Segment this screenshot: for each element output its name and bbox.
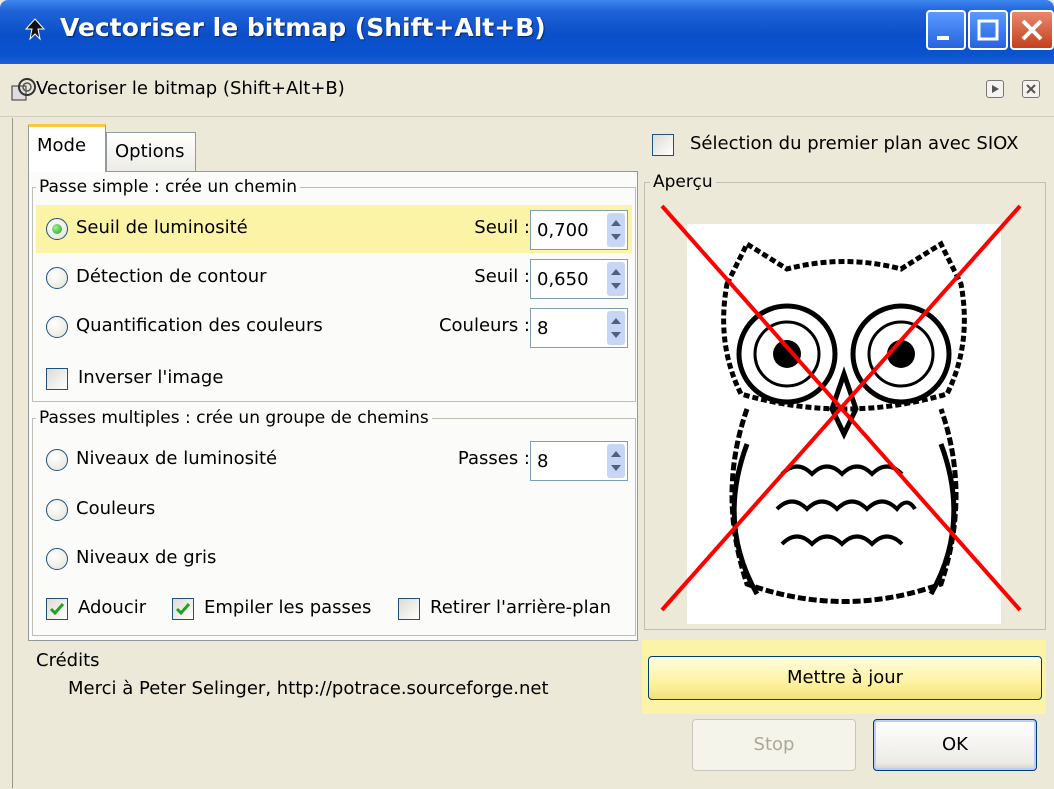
- dock-header: Vectoriser le bitmap (Shift+Alt+B): [0, 64, 1054, 117]
- ok-button[interactable]: OK: [873, 719, 1037, 771]
- checkmark-icon: [49, 603, 65, 616]
- radio-edge-detection[interactable]: [46, 267, 68, 289]
- invert-image-label: Inverser l'image: [78, 367, 224, 388]
- radio-color-quantization[interactable]: [46, 316, 68, 338]
- trace-bitmap-icon: [11, 78, 36, 101]
- option-label: Seuil de luminosité: [76, 217, 248, 238]
- spinner-arrows-icon[interactable]: [607, 311, 625, 345]
- option-label: Couleurs: [76, 498, 156, 519]
- siox-checkbox[interactable]: [652, 134, 674, 156]
- option-brightness-cutoff[interactable]: Seuil de luminosité Seuil : 0,700: [36, 205, 632, 253]
- option-label: Détection de contour: [76, 266, 267, 287]
- option-brightness-steps[interactable]: Niveaux de luminosité Passes : 8: [36, 436, 632, 484]
- spinner-arrows-icon[interactable]: [607, 262, 625, 296]
- window-title: Vectoriser le bitmap (Shift+Alt+B): [60, 13, 546, 42]
- inkscape-icon: [24, 18, 46, 41]
- radio-colors[interactable]: [46, 499, 68, 521]
- play-icon: [992, 85, 999, 93]
- dock-iconify-button[interactable]: [986, 80, 1004, 98]
- option-grays[interactable]: Niveaux de gris: [36, 535, 632, 583]
- threshold-label: Seuil :: [474, 266, 530, 287]
- spinner-arrows-icon[interactable]: [607, 444, 625, 478]
- spinner-value: 0,700: [537, 220, 589, 241]
- credits-heading: Crédits: [36, 650, 100, 671]
- option-label: Quantification des couleurs: [76, 315, 323, 336]
- smooth-checkbox[interactable]: [46, 598, 68, 620]
- remove-background-checkbox[interactable]: [398, 598, 420, 620]
- option-edge-detection[interactable]: Détection de contour Seuil : 0,650: [36, 254, 632, 302]
- option-label: Niveaux de luminosité: [76, 448, 278, 469]
- option-label: Niveaux de gris: [76, 547, 217, 568]
- minimize-button[interactable]: [926, 10, 966, 50]
- stack-scans-label: Empiler les passes: [204, 597, 372, 618]
- checkmark-icon: [175, 603, 191, 616]
- maximize-button[interactable]: [968, 10, 1008, 50]
- option-color-quantization[interactable]: Quantification des couleurs Couleurs : 8: [36, 303, 632, 351]
- radio-brightness-steps[interactable]: [46, 449, 68, 471]
- window-left-edge: [12, 118, 13, 788]
- tab-mode[interactable]: Mode: [28, 124, 106, 172]
- dock-close-button[interactable]: [1022, 80, 1040, 98]
- option-colors[interactable]: Couleurs: [36, 486, 632, 534]
- radio-grays[interactable]: [46, 548, 68, 570]
- radio-brightness-cutoff[interactable]: [46, 218, 68, 240]
- title-bar[interactable]: Vectoriser le bitmap (Shift+Alt+B): [0, 0, 1054, 64]
- minimize-icon: [937, 36, 949, 40]
- spinner-arrows-icon[interactable]: [607, 213, 625, 247]
- maximize-icon: [977, 19, 999, 41]
- preview-outdated-cross: [660, 204, 1022, 612]
- stack-scans-checkbox[interactable]: [172, 598, 194, 620]
- scans-spinner[interactable]: 8: [530, 441, 628, 481]
- spinner-value: 8: [537, 318, 549, 339]
- remove-background-label: Retirer l'arrière-plan: [430, 597, 612, 618]
- spinner-value: 8: [537, 451, 549, 472]
- multi-scan-label: Passes multiples : crée un groupe de che…: [36, 408, 432, 428]
- close-icon: [1021, 19, 1043, 41]
- invert-image-checkbox[interactable]: [46, 368, 68, 390]
- colors-spinner[interactable]: 8: [530, 308, 628, 348]
- siox-label: Sélection du premier plan avec SIOX: [690, 133, 1019, 154]
- dock-title: Vectoriser le bitmap (Shift+Alt+B): [36, 78, 345, 99]
- close-button[interactable]: [1010, 10, 1054, 50]
- stop-button[interactable]: Stop: [692, 719, 856, 771]
- tab-options[interactable]: Options: [106, 132, 196, 172]
- close-icon: [1026, 84, 1036, 94]
- preview-label: Aperçu: [650, 172, 716, 192]
- edge-threshold-spinner[interactable]: 0,650: [530, 259, 628, 299]
- spinner-value: 0,650: [537, 269, 589, 290]
- credits-text: Merci à Peter Selinger, http://potrace.s…: [68, 678, 549, 699]
- scans-label: Passes :: [457, 448, 530, 469]
- smooth-label: Adoucir: [78, 597, 147, 618]
- single-scan-label: Passe simple : crée un chemin: [36, 177, 301, 197]
- threshold-label: Seuil :: [474, 217, 530, 238]
- brightness-threshold-spinner[interactable]: 0,700: [530, 210, 628, 250]
- update-button[interactable]: Mettre à jour: [648, 656, 1042, 700]
- colors-label: Couleurs :: [438, 315, 530, 336]
